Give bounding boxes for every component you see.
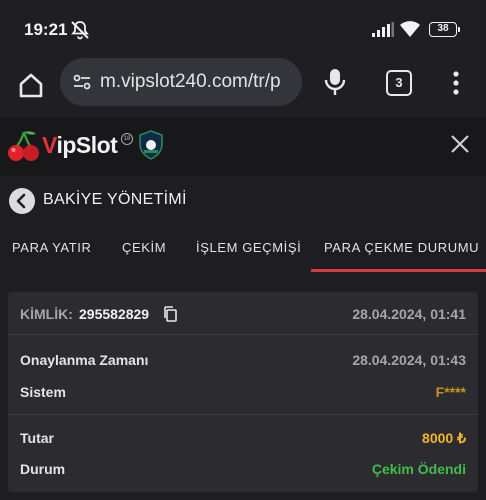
- approved-at: 28.04.2024, 01:43: [352, 352, 466, 368]
- battery-indicator: 38: [429, 22, 460, 37]
- close-icon[interactable]: [450, 134, 470, 154]
- url-text: m.vipslot240.com/tr/p: [100, 71, 281, 92]
- id-label: KİMLİK:: [20, 306, 73, 322]
- divider: [8, 334, 478, 335]
- vipslot-logo-text: VipSlot: [42, 132, 118, 158]
- status-value: Çekim Ödendi: [371, 461, 466, 477]
- approved-label: Onaylanma Zamanı: [20, 352, 149, 368]
- wifi-icon: [400, 21, 420, 37]
- license-shield-icon: [139, 130, 163, 160]
- copy-icon[interactable]: [163, 306, 177, 322]
- back-button[interactable]: [9, 188, 35, 214]
- created-at: 28.04.2024, 01:41: [352, 306, 466, 322]
- amount-label: Tutar: [20, 430, 54, 446]
- notifications-off-icon: [71, 21, 89, 40]
- tab-deposit[interactable]: PARA YATIR: [12, 240, 91, 255]
- balance-management-panel: BAKİYE YÖNETİMİ PARA YATIR ÇEKİM İŞLEM G…: [0, 176, 486, 500]
- status-time: 19:21: [24, 20, 68, 39]
- divider: [8, 414, 478, 415]
- status-label: Durum: [20, 461, 66, 477]
- id-value: 295582829: [79, 306, 150, 322]
- tab-withdrawal-status[interactable]: PARA ÇEKME DURUMU: [324, 240, 479, 255]
- more-menu-icon[interactable]: [448, 70, 464, 96]
- site-settings-icon[interactable]: [72, 72, 92, 92]
- withdrawal-card: KİMLİK: 295582829 28.04.2024, 01:41 Onay…: [8, 292, 478, 492]
- site-header: VipSlot 18: [0, 118, 486, 176]
- cellular-signal-icon: [372, 22, 394, 37]
- browser-toolbar: m.vipslot240.com/tr/p 3: [0, 58, 486, 118]
- tab-transaction-history[interactable]: İŞLEM GEÇMİŞİ: [196, 240, 301, 255]
- age-badge: 18: [121, 133, 133, 145]
- cherry-logo-icon: [8, 131, 39, 161]
- amount-value: 8000 ₺: [422, 430, 466, 446]
- home-icon[interactable]: [16, 70, 46, 100]
- active-tab-indicator: [311, 269, 486, 272]
- tab-switcher-button[interactable]: 3: [386, 70, 412, 96]
- microphone-icon[interactable]: [324, 68, 346, 96]
- page-title: BAKİYE YÖNETİMİ: [43, 191, 187, 208]
- address-bar[interactable]: m.vipslot240.com/tr/p: [60, 58, 302, 106]
- chevron-left-icon: [16, 193, 26, 209]
- tab-withdraw[interactable]: ÇEKİM: [122, 240, 166, 255]
- system-value: F****: [435, 384, 466, 400]
- status-bar: 19:21 38: [0, 0, 486, 58]
- system-label: Sistem: [20, 384, 66, 400]
